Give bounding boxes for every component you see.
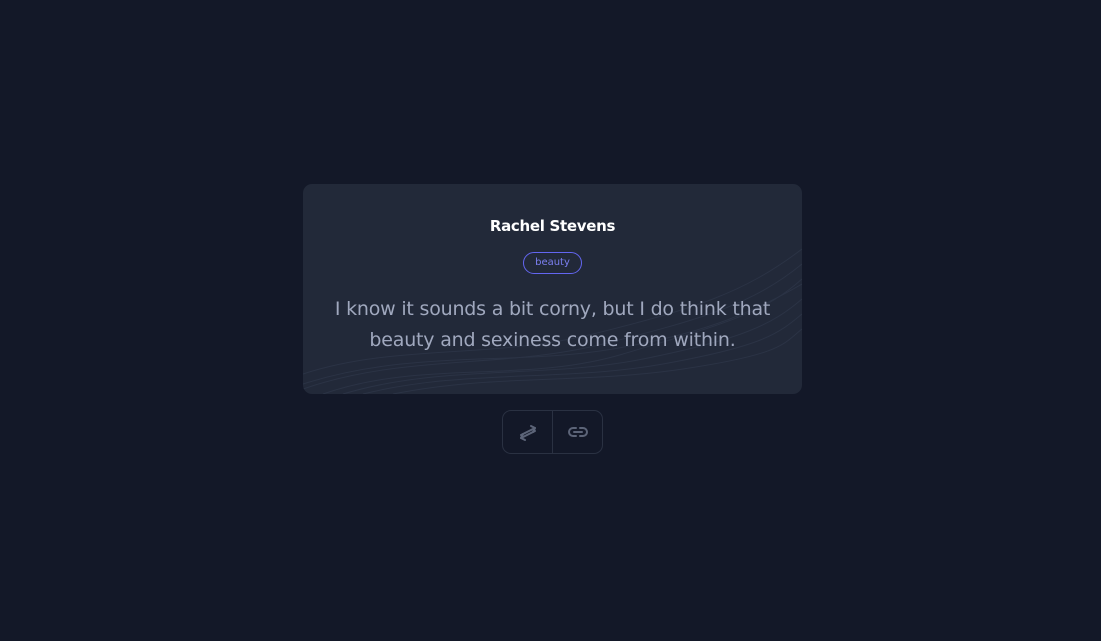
wave-pattern-decoration — [303, 248, 802, 394]
copy-link-button[interactable] — [552, 411, 602, 453]
new-quote-button[interactable] — [503, 411, 552, 453]
page: Rachel Stevens beauty I know it sounds a… — [0, 0, 1101, 641]
quote-tag-badge[interactable]: beauty — [523, 252, 582, 274]
link-icon — [567, 427, 588, 437]
arrows-exchange-icon — [519, 425, 536, 441]
quote-actions — [502, 410, 603, 454]
quote-text: I know it sounds a bit corny, but I do t… — [334, 298, 771, 351]
quote-card: Rachel Stevens beauty I know it sounds a… — [303, 184, 802, 394]
quote-author: Rachel Stevens — [489, 217, 616, 235]
